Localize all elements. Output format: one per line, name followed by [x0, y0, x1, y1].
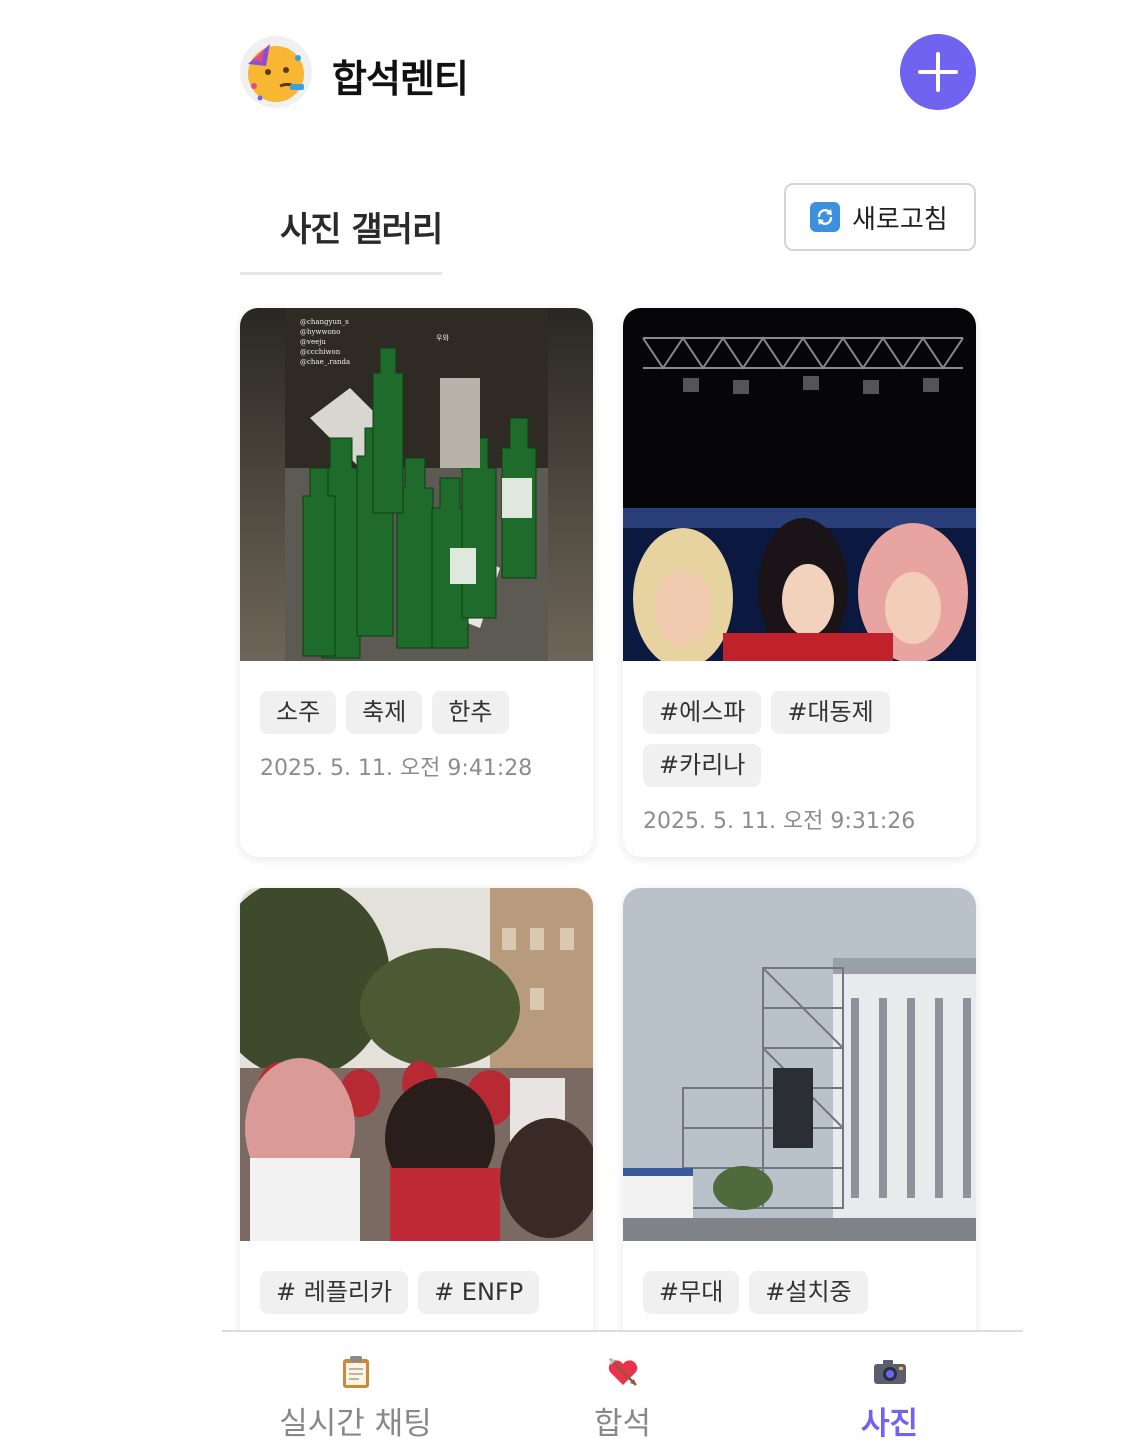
- photo-caption-line: @changyun_s: [300, 318, 349, 326]
- heart-arrow-icon: [605, 1354, 641, 1390]
- nav-item-photos[interactable]: 사진: [756, 1332, 1023, 1455]
- app-title: 합석렌티: [332, 57, 469, 101]
- nav-label: 합석: [593, 1406, 652, 1442]
- photo-card[interactable]: @changyun_s @hywwono @veeju @ccchiwon @c…: [240, 308, 593, 857]
- tag-list: 소주 축제 한추: [240, 661, 593, 734]
- clipboard-icon: [338, 1354, 374, 1390]
- plus-icon: [918, 52, 958, 92]
- partying-face-icon: [240, 36, 312, 108]
- photo-stage-scaffolding: [623, 888, 976, 1241]
- top-header: 합석렌티: [222, 0, 1023, 150]
- photo-card[interactable]: # 레플리카 # ENFP: [240, 888, 593, 1348]
- tag: 소주: [260, 691, 337, 734]
- tag-list: #무대 #설치중: [623, 1241, 976, 1314]
- tag: 축제: [346, 691, 423, 734]
- photo-card[interactable]: #에스파 #대동제 #카리나 2025. 5. 11. 오전 9:31:26: [623, 308, 976, 857]
- app-frame: 합석렌티 사진 갤러리 새로고침 @changyun_s @hywwono @v…: [222, 0, 1023, 1455]
- nav-item-join[interactable]: 합석: [489, 1332, 756, 1455]
- tag: #대동제: [771, 691, 890, 734]
- tag: #설치중: [749, 1271, 868, 1314]
- tag: #에스파: [643, 691, 762, 734]
- gallery-title: 사진 갤러리: [280, 210, 443, 250]
- refresh-icon: [810, 202, 840, 232]
- photo-caption-line: @ccchiwon: [300, 348, 341, 356]
- photo-soju-bottles: @changyun_s @hywwono @veeju @ccchiwon @c…: [240, 308, 593, 661]
- photo-caption-line: 우와: [436, 333, 449, 342]
- photo-caption-line: @hywwono: [300, 328, 340, 336]
- refresh-button[interactable]: 새로고침: [784, 183, 976, 251]
- nav-item-chat[interactable]: 실시간 채팅: [222, 1332, 489, 1455]
- tag: #무대: [643, 1271, 740, 1314]
- photo-caption-line: @veeju: [300, 338, 326, 346]
- photo-card[interactable]: #무대 #설치중: [623, 888, 976, 1348]
- tag: # 레플리카: [260, 1271, 409, 1314]
- post-date: 2025. 5. 11. 오전 9:41:28: [260, 756, 533, 781]
- gallery-title-underline: [240, 272, 442, 275]
- tag-list: # 레플리카 # ENFP: [240, 1241, 593, 1314]
- refresh-label: 새로고침: [852, 203, 948, 234]
- nav-label: 사진: [860, 1406, 919, 1442]
- nav-label: 실시간 채팅: [279, 1406, 432, 1442]
- tag: #카리나: [643, 744, 762, 787]
- tag-list: #에스파 #대동제 #카리나: [623, 661, 976, 787]
- photo-crowd-street: [240, 888, 593, 1241]
- tag: 한추: [432, 691, 509, 734]
- bottom-nav: 실시간 채팅 합석 사진: [222, 1330, 1023, 1455]
- photo-caption-line: @chae_.randa: [300, 358, 350, 366]
- post-date: 2025. 5. 11. 오전 9:31:26: [643, 809, 916, 834]
- photo-concert-stage: [623, 308, 976, 661]
- add-post-button[interactable]: [900, 34, 976, 110]
- tag: # ENFP: [418, 1271, 540, 1314]
- camera-icon: [872, 1354, 908, 1390]
